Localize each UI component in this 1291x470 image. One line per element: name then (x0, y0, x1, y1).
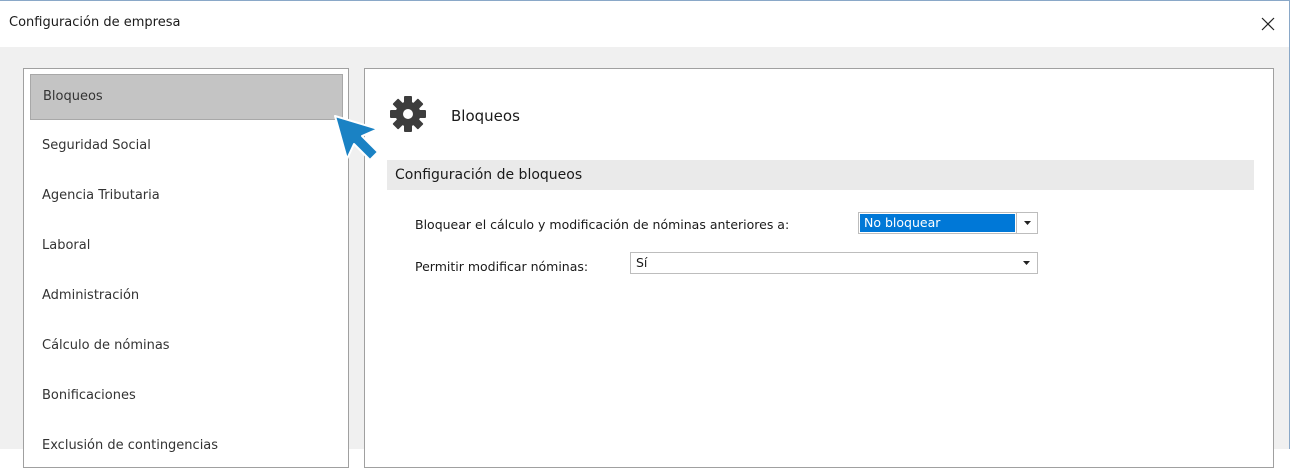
bloquear-value: No bloquear (860, 214, 1015, 232)
sidebar-item-label: Agencia Tributaria (42, 188, 160, 203)
sidebar-item-label: Laboral (42, 238, 91, 253)
permitir-value: Sí (636, 255, 648, 270)
sidebar: Bloqueos Seguridad Social Agencia Tribut… (23, 68, 349, 468)
sidebar-item-label: Exclusión de contingencias (42, 438, 219, 453)
configuracion-empresa-dialog: Configuración de empresa Bloqueos Seguri… (0, 0, 1290, 468)
bloquear-combobox[interactable]: No bloquear (858, 212, 1038, 234)
dropdown-button[interactable] (1016, 253, 1037, 273)
sidebar-item-bloqueos[interactable]: Bloqueos (30, 74, 343, 120)
sidebar-item-label: Bloqueos (43, 89, 103, 104)
sidebar-item-bonificaciones[interactable]: Bonificaciones (30, 374, 343, 420)
sidebar-item-label: Seguridad Social (42, 138, 151, 153)
bloquear-label: Bloquear el cálculo y modificación de nó… (415, 217, 790, 232)
group-title: Configuración de bloqueos (395, 167, 583, 183)
dropdown-button[interactable] (1016, 213, 1037, 233)
sidebar-item-label: Bonificaciones (42, 388, 136, 403)
pointer-arrow-icon (334, 115, 379, 161)
close-icon (1261, 17, 1275, 31)
chevron-down-icon (1023, 261, 1030, 265)
content-panel: Bloqueos Configuración de bloqueos Bloqu… (364, 68, 1274, 468)
sidebar-item-seguridad-social[interactable]: Seguridad Social (30, 124, 343, 170)
close-button[interactable] (1253, 9, 1283, 39)
sidebar-item-label: Cálculo de nóminas (42, 338, 170, 353)
sidebar-item-laboral[interactable]: Laboral (30, 224, 343, 270)
sidebar-item-administracion[interactable]: Administración (30, 274, 343, 320)
sidebar-item-agencia-tributaria[interactable]: Agencia Tributaria (30, 174, 343, 220)
sidebar-item-exclusion-contingencias[interactable]: Exclusión de contingencias (30, 424, 343, 470)
chevron-down-icon (1023, 221, 1031, 225)
group-header: Configuración de bloqueos (387, 160, 1254, 190)
permitir-combobox[interactable]: Sí (630, 252, 1038, 274)
gear-icon (390, 96, 426, 132)
permitir-label: Permitir modificar nóminas: (415, 259, 589, 274)
window-title: Configuración de empresa (9, 15, 181, 30)
sidebar-item-label: Administración (42, 288, 140, 303)
section-heading: Bloqueos (451, 107, 520, 125)
sidebar-item-calculo-nominas[interactable]: Cálculo de nóminas (30, 324, 343, 370)
title-bar: Configuración de empresa (0, 1, 1289, 47)
